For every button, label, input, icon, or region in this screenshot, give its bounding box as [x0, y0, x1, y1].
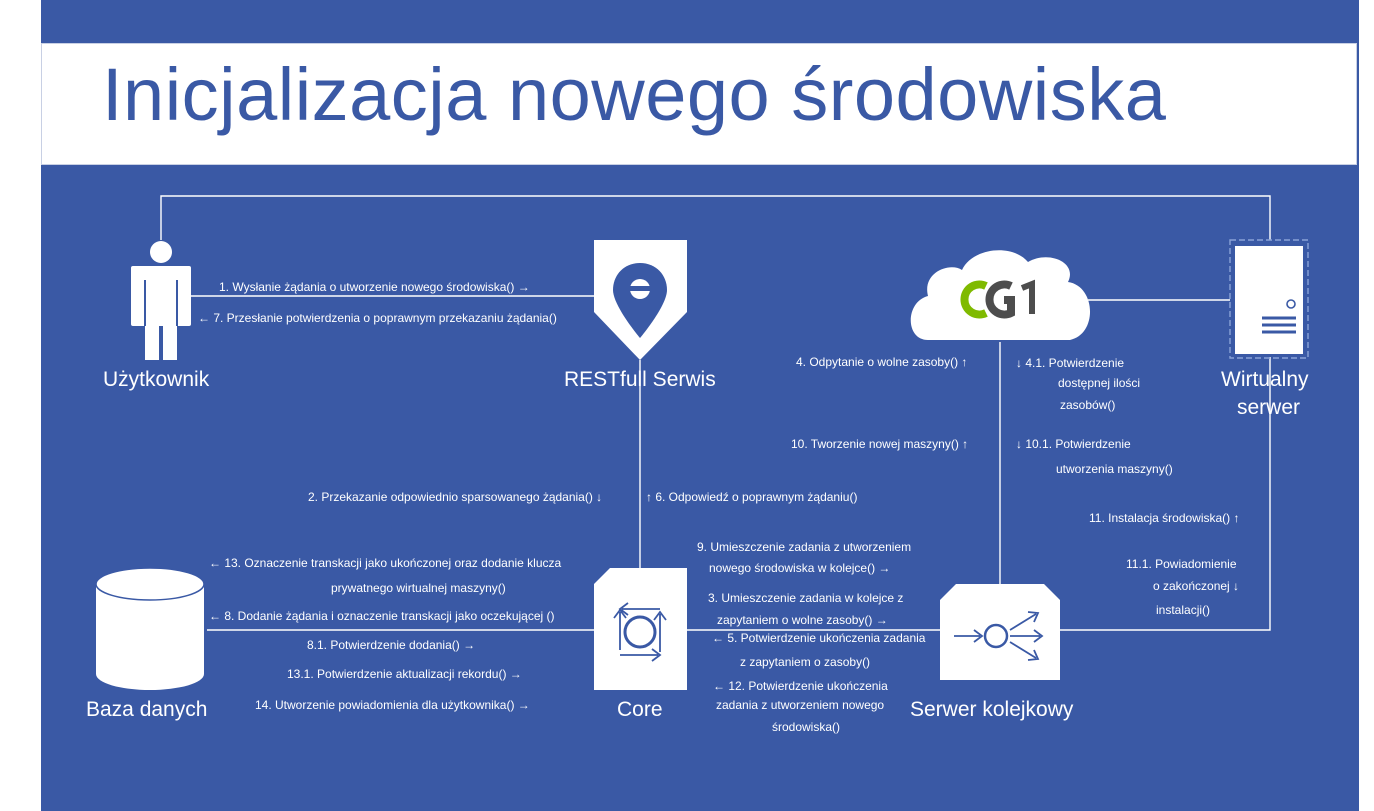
label-virtual-server-line1: Wirtualny	[1221, 368, 1309, 391]
message-11-1-line1: 11.1. Powiadomienie	[1126, 557, 1237, 571]
message-9-line1: 9. Umieszczenie zadania z utworzeniem	[697, 540, 912, 554]
message-5-line2: z zapytaniem o zasoby()	[740, 655, 871, 669]
message-12-line1: ← 12. Potwierdzenie ukończenia	[713, 679, 888, 693]
message-9-line2: nowego środowiska w kolejce() →	[709, 561, 891, 575]
message-2: 2. Przekazanie odpowiednio sparsowanego …	[308, 490, 603, 504]
message-8: ← 8. Dodanie żądania i oznaczenie transk…	[209, 609, 555, 623]
message-12-line3: środowiska()	[772, 720, 841, 734]
virtual-server-icon	[1229, 239, 1309, 359]
message-10: 10. Tworzenie nowej maszyny() ↑	[791, 437, 969, 451]
message-6: ↑ 6. Odpowiedź o poprawnym żądaniu()	[646, 490, 858, 504]
queue-server-icon	[940, 584, 1060, 680]
message-11: 11. Instalacja środowiska() ↑	[1089, 511, 1240, 525]
label-queue-server: Serwer kolejkowy	[910, 698, 1074, 721]
diagram-canvas	[95, 195, 1309, 690]
user-icon	[131, 241, 191, 360]
message-3-line2: zapytaniem o wolne zasoby() →	[717, 613, 888, 627]
database-icon	[95, 567, 205, 690]
label-core: Core	[617, 698, 663, 721]
message-4-1-line2: dostępnej ilości	[1058, 376, 1141, 390]
label-database: Baza danych	[86, 698, 208, 721]
message-7: ← 7. Przesłanie potwierdzenia o poprawny…	[198, 311, 557, 325]
connector-user-virtual-server	[160, 195, 1271, 240]
label-user: Użytkownik	[103, 368, 210, 391]
message-5-line1: ← 5. Potwierdzenie ukończenia zadania	[712, 631, 926, 645]
label-rest-service: RESTfull Serwis	[564, 368, 716, 391]
message-11-1-line3: instalacji()	[1156, 603, 1211, 617]
message-13-1: 13.1. Potwierdzenie aktualizacji rekordu…	[287, 667, 522, 681]
rest-service-icon	[594, 240, 687, 360]
message-1: 1. Wysłanie żądania o utworzenie nowego …	[219, 280, 530, 294]
message-13-line2: prywatnego wirtualnej maszyny()	[331, 581, 506, 595]
cloud-icon	[910, 250, 1091, 340]
message-12-line2: zadania z utworzeniem nowego	[716, 698, 885, 712]
message-4-1-line1: ↓ 4.1. Potwierdzenie	[1016, 356, 1125, 370]
message-3-line1: 3. Umieszczenie zadania w kolejce z	[708, 591, 904, 605]
message-8-1: 8.1. Potwierdzenie dodania() →	[307, 638, 476, 652]
message-10-1-line1: ↓ 10.1. Potwierdzenie	[1016, 437, 1131, 451]
core-icon	[594, 568, 687, 690]
label-virtual-server-line2: serwer	[1237, 396, 1301, 419]
message-14: 14. Utworzenie powiadomienia dla użytkow…	[255, 698, 530, 712]
message-4: 4. Odpytanie o wolne zasoby() ↑	[796, 355, 968, 369]
message-11-1-line2: o zakończonej ↓	[1153, 579, 1240, 593]
message-13-line1: ← 13. Oznaczenie transkacji jako ukończo…	[209, 556, 562, 570]
message-4-1-line3: zasobów()	[1060, 398, 1116, 412]
message-10-1-line2: utworzenia maszyny()	[1056, 462, 1173, 476]
